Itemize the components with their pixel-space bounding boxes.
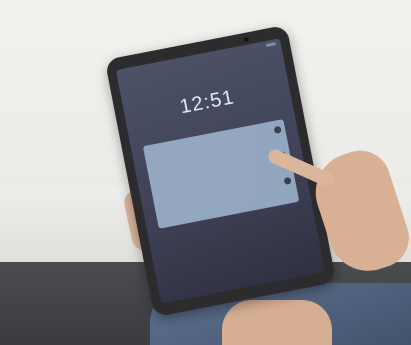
status-bar-icons — [265, 42, 276, 48]
avatar — [273, 125, 282, 134]
avatar — [283, 176, 292, 185]
right-arm — [222, 300, 332, 345]
front-camera — [244, 37, 249, 42]
photo-scene: 12:51 — [0, 0, 411, 345]
notification-panel[interactable] — [142, 119, 300, 229]
